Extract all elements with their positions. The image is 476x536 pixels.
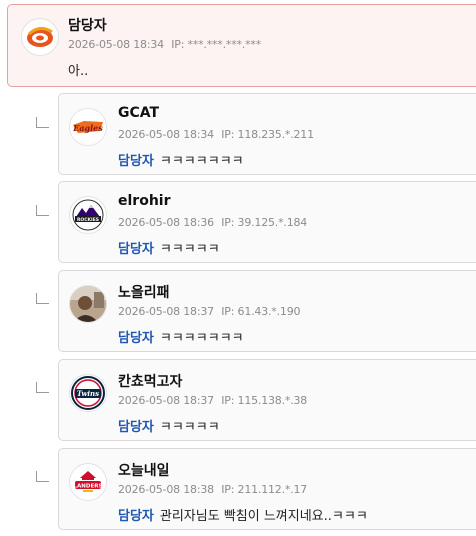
- svg-text:Eagles: Eagles: [72, 123, 103, 133]
- author-name[interactable]: 노을리패: [118, 282, 170, 302]
- reply-item: ROCKIES elrohir 2026-05-08 18:36 IP: 39.…: [58, 181, 476, 263]
- mention-link[interactable]: 담당자: [118, 154, 154, 169]
- comment-text: 담당자 ㅋㅋㅋㅋㅋ: [118, 238, 220, 257]
- comment-ip: IP: 118.235.*.211: [221, 128, 314, 141]
- comment-ip: IP: 39.125.*.184: [221, 216, 308, 229]
- avatar[interactable]: [21, 18, 59, 56]
- comment-date: 2026-05-08 18:37: [118, 305, 214, 318]
- comment-text: 담당자 ㅋㅋㅋㅋㅋㅋㅋ: [118, 327, 244, 346]
- mention-link[interactable]: 담당자: [118, 420, 154, 435]
- team-logo-icon: [24, 21, 56, 53]
- reply-item: Eagles GCAT 2026-05-08 18:34 IP: 118.235…: [58, 93, 476, 175]
- author-name[interactable]: 담당자: [68, 15, 107, 35]
- reply-branch-icon: [36, 117, 49, 128]
- twins-logo-icon: Twins: [71, 376, 105, 410]
- comment-ip: IP: 61.43.*.190: [221, 305, 301, 318]
- avatar[interactable]: ROCKIES: [69, 196, 107, 234]
- reply-item: 노을리패 2026-05-08 18:37 IP: 61.43.*.190 담당…: [58, 270, 476, 352]
- comment-text: 담당자 ㅋㅋㅋㅋㅋㅋㅋ: [118, 150, 244, 169]
- comment-meta: 2026-05-08 18:36 IP: 39.125.*.184: [118, 216, 307, 229]
- comment-meta: 2026-05-08 18:34 IP: 118.235.*.211: [118, 128, 314, 141]
- reply-text: ㅋㅋㅋㅋㅋㅋㅋ: [159, 331, 244, 346]
- author-name[interactable]: 오늘내일: [118, 460, 170, 480]
- author-name[interactable]: 칸쵸먹고자: [118, 371, 182, 391]
- reply-item: Twins 칸쵸먹고자 2026-05-08 18:37 IP: 115.138…: [58, 359, 476, 441]
- reply-text: ㅋㅋㅋㅋㅋ: [159, 242, 220, 257]
- avatar[interactable]: [69, 285, 107, 323]
- comment-meta: 2026-05-08 18:37 IP: 115.138.*.38: [118, 394, 307, 407]
- reply-text: ㅋㅋㅋㅋㅋ: [159, 420, 220, 435]
- reply-branch-icon: [36, 471, 49, 482]
- reply-item: LANDERS 오늘내일 2026-05-08 18:38 IP: 211.11…: [58, 448, 476, 530]
- comment-date: 2026-05-08 18:34: [118, 128, 214, 141]
- comment-date: 2026-05-08 18:38: [118, 483, 214, 496]
- comment-meta: 2026-05-08 18:38 IP: 211.112.*.17: [118, 483, 307, 496]
- comment-ip: IP: ***.***.***.***: [171, 38, 262, 51]
- landers-logo-icon: LANDERS: [71, 465, 105, 499]
- reply-branch-icon: [36, 293, 49, 304]
- main-comment: 담당자 2026-05-08 18:34 IP: ***.***.***.***…: [7, 4, 476, 87]
- reply-text: ㅋㅋㅋㅋㅋㅋㅋ: [159, 154, 244, 169]
- svg-text:ROCKIES: ROCKIES: [77, 217, 99, 223]
- user-photo-icon: [70, 286, 106, 322]
- comment-ip: IP: 211.112.*.17: [221, 483, 308, 496]
- comment-meta: 2026-05-08 18:34 IP: ***.***.***.***: [68, 38, 261, 51]
- avatar[interactable]: LANDERS: [69, 463, 107, 501]
- comment-meta: 2026-05-08 18:37 IP: 61.43.*.190: [118, 305, 300, 318]
- comment-text: 담당자 관리자님도 빡침이 느껴지네요..ㅋㅋㅋ: [118, 505, 368, 524]
- comment-text: 아..: [68, 64, 89, 79]
- svg-text:LANDERS: LANDERS: [74, 484, 103, 490]
- author-name[interactable]: elrohir: [118, 193, 171, 209]
- eagles-logo-icon: Eagles: [70, 109, 106, 145]
- comment-date: 2026-05-08 18:37: [118, 394, 214, 407]
- mention-link[interactable]: 담당자: [118, 509, 154, 524]
- reply-branch-icon: [36, 382, 49, 393]
- avatar[interactable]: Eagles: [69, 108, 107, 146]
- comment-text: 담당자 ㅋㅋㅋㅋㅋ: [118, 416, 220, 435]
- rockies-logo-icon: ROCKIES: [71, 198, 105, 232]
- reply-text: 관리자님도 빡침이 느껴지네요..ㅋㅋㅋ: [159, 509, 368, 524]
- comment-date: 2026-05-08 18:34: [68, 38, 164, 51]
- svg-text:Twins: Twins: [77, 389, 99, 398]
- reply-branch-icon: [36, 205, 49, 216]
- mention-link[interactable]: 담당자: [118, 242, 154, 257]
- comment-ip: IP: 115.138.*.38: [221, 394, 308, 407]
- mention-link[interactable]: 담당자: [118, 331, 154, 346]
- author-name[interactable]: GCAT: [118, 105, 159, 121]
- avatar[interactable]: Twins: [69, 374, 107, 412]
- comment-date: 2026-05-08 18:36: [118, 216, 214, 229]
